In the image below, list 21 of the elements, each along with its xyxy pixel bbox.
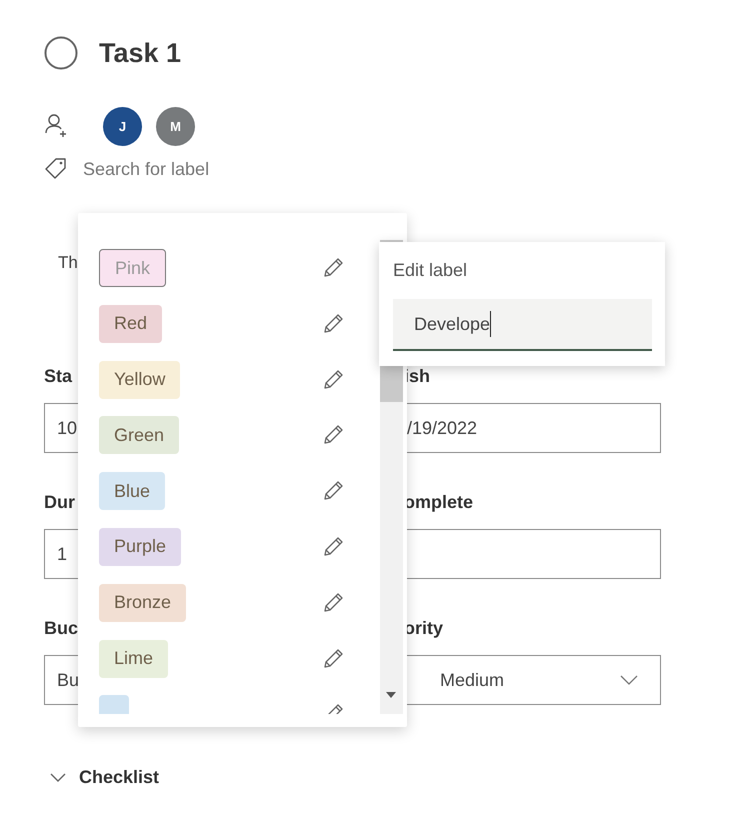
label-search-field[interactable]: Search for label <box>44 155 254 183</box>
input-field[interactable]: /19/2022 <box>407 403 661 453</box>
task-title: Task 1 <box>99 38 182 68</box>
label-chip[interactable]: Bronze <box>99 584 186 622</box>
label-chip[interactable]: Blue <box>99 472 166 510</box>
label-name-field[interactable]: Develope <box>393 299 652 351</box>
label-chip[interactable]: Green <box>99 416 180 454</box>
label-chip[interactable]: Lime <box>99 640 168 678</box>
label-chip[interactable]: Yellow <box>99 360 180 399</box>
field-label: Dur <box>44 491 76 513</box>
avatar[interactable]: M <box>156 106 195 146</box>
label-chip[interactable]: Red <box>99 304 162 343</box>
label-chip[interactable]: Purple <box>99 528 182 566</box>
field-label: omplete <box>404 491 474 513</box>
priority-dropdown[interactable]: Medium <box>407 655 661 705</box>
field-label: Buc <box>44 617 78 639</box>
avatar[interactable]: J <box>103 106 142 146</box>
field-label: Sta <box>44 365 74 387</box>
notes-text: Th <box>58 253 78 273</box>
section-title: Checklist <box>79 767 160 788</box>
popup-title: Edit label <box>393 260 468 281</box>
